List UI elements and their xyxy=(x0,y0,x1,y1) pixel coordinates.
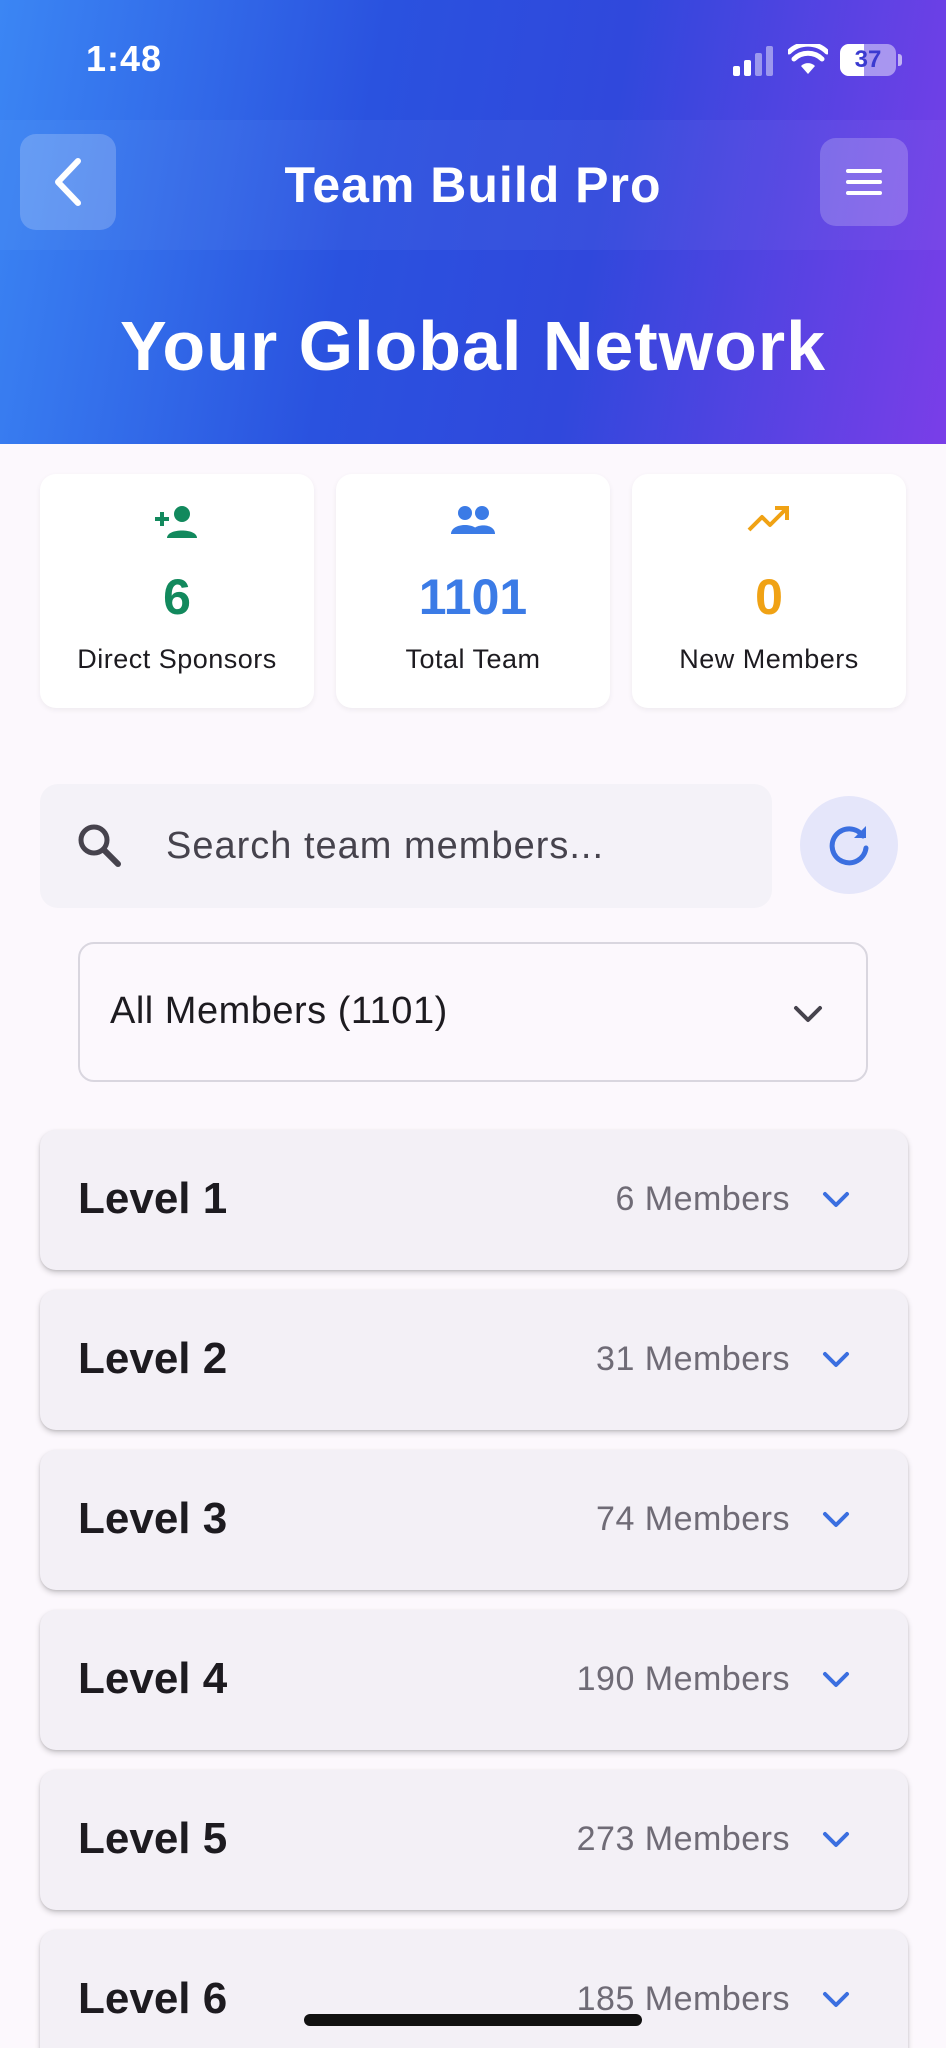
level-row-6[interactable]: Level 6 185 Members xyxy=(40,1930,908,2048)
chevron-down-icon xyxy=(823,1352,849,1367)
level-name: Level 2 xyxy=(78,1334,228,1383)
level-row-3[interactable]: Level 3 74 Members xyxy=(40,1450,908,1590)
home-indicator xyxy=(304,2014,642,2026)
stat-label: New Members xyxy=(679,644,859,674)
app-bar: Team Build Pro xyxy=(0,120,946,250)
level-name: Level 4 xyxy=(78,1654,228,1703)
search-box xyxy=(40,784,772,908)
stat-value: 1101 xyxy=(418,569,528,625)
stat-label: Total Team xyxy=(405,644,541,674)
filter-selected-value: All Members (1101) xyxy=(110,990,448,1032)
level-member-count: 6 Members xyxy=(615,1180,790,1218)
app-title: Team Build Pro xyxy=(284,157,662,213)
chevron-down-icon xyxy=(823,1512,849,1527)
stat-card-direct-sponsors: 6 Direct Sponsors xyxy=(40,474,314,708)
refresh-button[interactable] xyxy=(800,796,898,894)
search-icon xyxy=(78,824,121,867)
level-row-2[interactable]: Level 2 31 Members xyxy=(40,1290,908,1430)
stat-card-new-members: 0 New Members xyxy=(632,474,906,708)
hamburger-menu-icon xyxy=(846,169,882,195)
stat-label: Direct Sponsors xyxy=(77,644,277,674)
wifi-icon xyxy=(788,44,828,74)
chevron-down-icon xyxy=(794,1006,822,1022)
level-row-1[interactable]: Level 1 6 Members xyxy=(40,1130,908,1270)
level-member-count: 31 Members xyxy=(596,1340,790,1378)
level-member-count: 273 Members xyxy=(576,1820,790,1858)
level-name: Level 5 xyxy=(78,1814,228,1863)
refresh-icon xyxy=(829,826,869,866)
member-filter-dropdown[interactable]: All Members (1101) xyxy=(78,942,868,1082)
level-name: Level 3 xyxy=(78,1494,228,1543)
status-time: 1:48 xyxy=(86,38,163,79)
chevron-down-icon xyxy=(823,1672,849,1687)
battery-level: 37 xyxy=(854,46,882,73)
trending-up-icon xyxy=(747,506,789,532)
chevron-down-icon xyxy=(823,1832,849,1847)
status-bar: 1:48 37 xyxy=(0,0,946,120)
header-banner: 1:48 37 Team Build Pro Your Global Netwo… xyxy=(0,0,946,444)
level-member-count: 74 Members xyxy=(596,1500,790,1538)
stat-value: 6 xyxy=(163,569,191,625)
level-member-count: 190 Members xyxy=(576,1660,790,1698)
stat-value: 0 xyxy=(755,569,783,625)
search-input[interactable] xyxy=(166,808,746,884)
group-icon xyxy=(451,506,495,534)
battery-icon: 37 xyxy=(840,44,902,76)
stat-card-total-team: 1101 Total Team xyxy=(336,474,610,708)
chevron-down-icon xyxy=(823,1192,849,1207)
chevron-down-icon xyxy=(823,1992,849,2007)
signal-icon xyxy=(733,46,773,76)
hero-title: Your Global Network xyxy=(119,307,827,385)
level-name: Level 1 xyxy=(78,1174,228,1223)
menu-button[interactable] xyxy=(820,138,908,226)
level-row-5[interactable]: Level 5 273 Members xyxy=(40,1770,908,1910)
level-row-4[interactable]: Level 4 190 Members xyxy=(40,1610,908,1750)
person-add-icon xyxy=(155,506,197,538)
level-name: Level 6 xyxy=(78,1974,228,2023)
